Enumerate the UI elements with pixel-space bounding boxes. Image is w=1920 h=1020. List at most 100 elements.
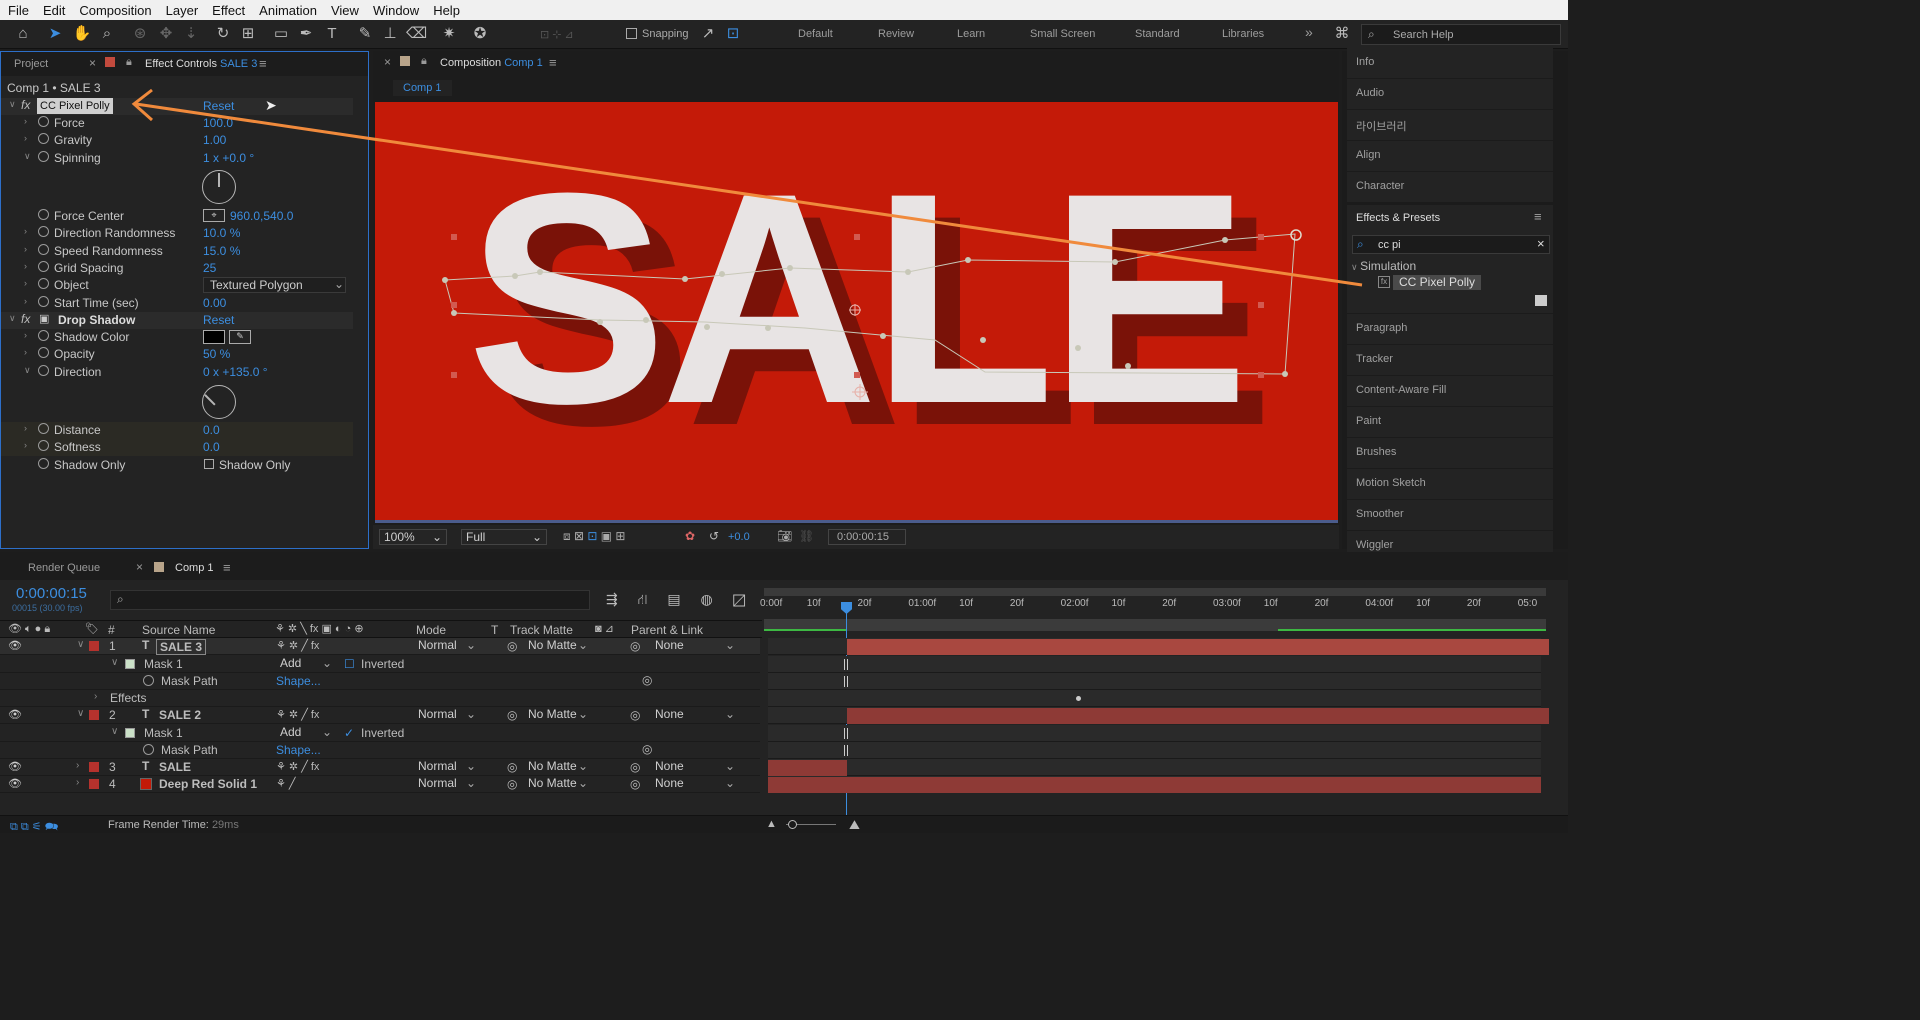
tab-render-queue[interactable]: Render Queue	[28, 562, 100, 574]
keyframe-marker[interactable]	[844, 676, 848, 687]
panel-character[interactable]: Character	[1347, 172, 1553, 202]
track-matte-pickwhip-icon[interactable]: ◎	[507, 760, 517, 774]
menu-help[interactable]: Help	[425, 3, 466, 18]
mask-color-chip[interactable]	[125, 659, 135, 669]
effect-property-row[interactable]: › Direction Randomness 10.0 %	[1, 225, 353, 242]
workspace-standard[interactable]: Standard	[1135, 28, 1180, 40]
shadow-only-checkbox[interactable]	[204, 458, 214, 469]
track-row[interactable]	[768, 776, 1541, 793]
track-row[interactable]	[768, 759, 1541, 776]
effect-property-row[interactable]: › Object Textured Polygon ⌄	[1, 277, 353, 294]
layer-row[interactable]: 👁︎ ∨ 1 T SALE 3 ⚘ ✲ ╱ fx Normal ⌄ ◎ No Matte ⌄ ◎ Non…	[0, 638, 760, 655]
timecode-display[interactable]: 0:00:00:15	[828, 529, 906, 545]
effect-name[interactable]: CC Pixel Polly	[37, 98, 113, 114]
parent-dropdown[interactable]: None ⌄	[651, 759, 739, 775]
tab-composition[interactable]: Composition Comp 1	[440, 57, 543, 69]
inverted-checkbox[interactable]: ☐	[344, 657, 356, 671]
stopwatch-icon[interactable]	[38, 150, 49, 162]
stopwatch-icon[interactable]	[38, 295, 49, 307]
time-ruler[interactable]: 0:00f 10f 20f 01:00f 10f 20f 02:00f 10f 20f 03:00…	[760, 598, 1546, 616]
effect-property-row[interactable]: › Grid Spacing 25	[1, 260, 353, 277]
panel-tracker[interactable]: Tracker	[1347, 345, 1553, 375]
property-value[interactable]: Textured Polygon	[203, 277, 346, 294]
stopwatch-icon[interactable]	[143, 675, 154, 686]
zoom-out-icon[interactable]: ▲	[766, 818, 777, 830]
shape-link[interactable]: Shape...	[276, 674, 321, 688]
snapping-checkbox[interactable]	[626, 28, 637, 39]
effect-property-row[interactable]: › Shadow Color ✎	[1, 329, 353, 346]
twirl-icon[interactable]: ›	[76, 777, 79, 788]
snap-icon[interactable]: ↗	[698, 24, 718, 44]
panel-align[interactable]: Align	[1347, 141, 1553, 171]
menu-view[interactable]: View	[323, 3, 365, 18]
label-color-chip[interactable]	[89, 762, 99, 772]
reset-link[interactable]: Reset	[203, 313, 234, 327]
property-value[interactable]: 100.0	[203, 116, 233, 130]
inverted-checkbox[interactable]: ✓	[344, 726, 356, 740]
track-matte-pickwhip-icon[interactable]: ◎	[507, 639, 517, 653]
anchor-tool-icon[interactable]: ⊞	[238, 24, 258, 44]
stopwatch-icon[interactable]	[38, 116, 49, 127]
twirl-icon[interactable]: ∨	[77, 639, 84, 650]
sync-icon[interactable]: ⌘	[1332, 24, 1352, 44]
panel-menu-icon[interactable]: ≡	[1534, 209, 1542, 224]
label-color-chip[interactable]	[89, 779, 99, 789]
mask-row[interactable]: ∨ Mask 1 Add ⌄ ✓ Inverted	[0, 725, 760, 742]
zoom-tool-icon[interactable]: ⌕	[97, 24, 117, 44]
layer-switch-icons[interactable]: ⚘ ╱	[276, 777, 296, 790]
twirl-icon[interactable]: ›	[24, 116, 27, 126]
layer-duration-bar[interactable]	[847, 708, 1549, 724]
panel-motion-sketch[interactable]: Motion Sketch	[1347, 469, 1553, 499]
zoom-in-icon[interactable]: ⛰	[849, 817, 860, 833]
stopwatch-icon[interactable]	[38, 457, 49, 469]
effect-header-cc-pixel-polly[interactable]: ∨ fx CC Pixel Polly Reset	[1, 98, 353, 115]
mask-mode-dropdown[interactable]: Add ⌄	[276, 656, 336, 672]
mode-dropdown[interactable]: Normal ⌄	[414, 759, 480, 775]
direction-dial[interactable]	[202, 385, 236, 419]
tab-comp-1[interactable]: Comp 1	[175, 562, 214, 574]
type-tool-icon[interactable]: T	[322, 24, 342, 44]
pickwhip-icon[interactable]: ◎	[642, 673, 652, 687]
zoom-dropdown[interactable]: 100% ⌄	[379, 529, 447, 545]
tab-effect-controls[interactable]: Effect Controls SALE 3	[145, 58, 257, 70]
mask-path-row[interactable]: Mask Path Shape... ◎	[0, 742, 760, 759]
effects-group-row[interactable]: › Effects	[0, 690, 760, 707]
menu-effect[interactable]: Effect	[204, 3, 251, 18]
layer-duration-bar[interactable]	[768, 777, 1541, 793]
comp-canvas[interactable]: SALE SALE	[375, 102, 1338, 523]
layer-row[interactable]: 👁︎ › 4 Deep Red Solid 1 ⚘ ╱ Normal ⌄ ◎ No Matte…	[0, 776, 760, 793]
parent-pickwhip-icon[interactable]: ◎	[630, 777, 640, 791]
category-simulation[interactable]: ∨ Simulation	[1351, 259, 1416, 273]
effect-property-row[interactable]: › Opacity 50 %	[1, 346, 353, 363]
property-value[interactable]: 25	[203, 261, 216, 275]
twirl-icon[interactable]: ›	[24, 261, 27, 271]
twirl-icon[interactable]: ∨	[9, 313, 16, 324]
lock-icon[interactable]: 🔒︎	[421, 55, 427, 68]
rectangle-tool-icon[interactable]: ▭	[271, 24, 291, 44]
track-matte-pickwhip-icon[interactable]: ◎	[507, 708, 517, 722]
close-icon[interactable]: ×	[384, 55, 391, 69]
fx-icon[interactable]: fx	[21, 98, 30, 112]
pickwhip-icon[interactable]: ◎	[642, 742, 652, 756]
twirl-icon[interactable]: ›	[94, 691, 97, 702]
effect-property-row[interactable]: › Force 100.0	[1, 115, 353, 132]
parent-dropdown[interactable]: None ⌄	[651, 707, 739, 723]
effect-property-row[interactable]: › Start Time (sec) 0.00	[1, 295, 353, 312]
stopwatch-icon[interactable]	[38, 260, 49, 272]
timeline-search-field[interactable]: ⌕	[110, 590, 590, 610]
workspace-learn[interactable]: Learn	[957, 28, 985, 40]
work-area-bar[interactable]	[764, 588, 1546, 596]
pen-tool-icon[interactable]: ✒	[296, 24, 316, 44]
panel-paint[interactable]: Paint	[1347, 407, 1553, 437]
shape-link[interactable]: Shape...	[276, 743, 321, 757]
orbit-tool-icon[interactable]: ⊛	[130, 24, 150, 44]
twirl-icon[interactable]: ∨	[24, 151, 31, 162]
exposure-value[interactable]: +0.0	[728, 531, 750, 543]
parent-pickwhip-icon[interactable]: ◎	[630, 760, 640, 774]
mode-dropdown[interactable]: Normal ⌄	[414, 707, 480, 723]
new-folder-icon[interactable]	[1535, 295, 1547, 306]
menu-file[interactable]: File	[0, 3, 35, 18]
effect-property-row[interactable]: ∨ Direction 0 x +135.0 °	[1, 364, 353, 381]
close-icon[interactable]: ×	[89, 56, 96, 70]
workspace-default[interactable]: Default	[798, 28, 833, 40]
